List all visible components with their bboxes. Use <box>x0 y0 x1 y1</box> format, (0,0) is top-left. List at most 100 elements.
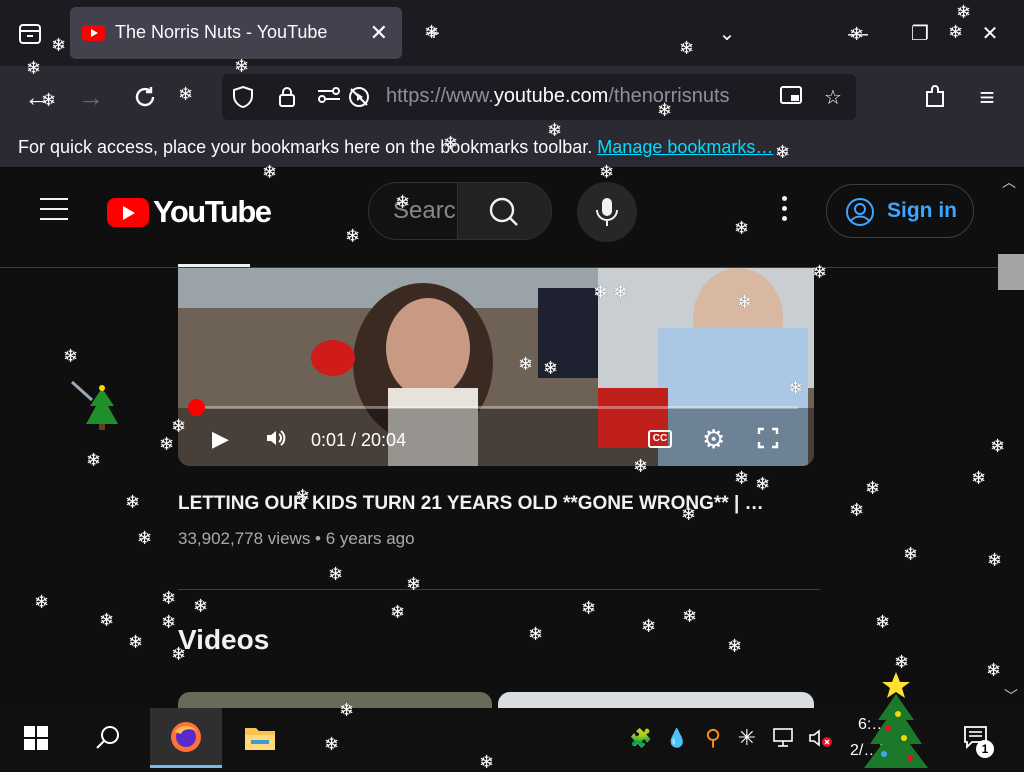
taskbar-file-explorer[interactable] <box>224 708 296 768</box>
firefox-icon <box>171 721 201 752</box>
section-divider <box>178 589 820 590</box>
snowflake-icon: ❄ <box>159 434 175 454</box>
sign-in-label: Sign in <box>887 199 957 222</box>
forward-button[interactable]: → <box>74 80 108 114</box>
snowflake-icon: ❄ <box>849 500 865 520</box>
christmas-tree-cursor-icon <box>70 380 118 430</box>
video-time: 0:01 / 20:04 <box>311 430 407 450</box>
taskbar-firefox[interactable] <box>150 708 222 768</box>
permissions-icon[interactable] <box>316 85 342 111</box>
youtube-play-icon <box>107 198 149 227</box>
snowflake-icon: ❄ <box>581 598 597 618</box>
fullscreen-icon[interactable] <box>756 426 780 455</box>
manage-bookmarks-link[interactable]: Manage bookmarks… <box>597 137 773 157</box>
snowflake-icon: ❄ <box>987 550 1003 570</box>
featured-video-player[interactable]: ▶ 0:01 / 20:04 CC ⚙ <box>178 268 814 466</box>
scroll-down-arrow-icon[interactable]: ﹀ <box>1004 686 1018 706</box>
youtube-logo[interactable]: YouTube <box>107 194 272 229</box>
upload-age: 6 years ago <box>325 529 415 548</box>
snowflake-icon: ❄ <box>406 574 422 594</box>
list-all-tabs-icon[interactable] <box>14 18 46 50</box>
voice-search-button[interactable] <box>577 182 637 242</box>
youtube-header: YouTube Sign in <box>0 168 1024 268</box>
network-icon[interactable] <box>768 708 802 768</box>
tab-title: The Norris Nuts - YouTube <box>115 22 328 42</box>
tray-asterisk-icon[interactable]: ✳ <box>732 708 762 768</box>
active-tab-indicator <box>178 264 250 267</box>
snowflake-icon: ❄ <box>682 606 698 626</box>
snowflake-icon: ❄ <box>734 468 750 488</box>
tray-drop-icon[interactable]: 💧 <box>662 708 692 768</box>
new-tab-button[interactable]: + <box>418 18 450 50</box>
chevron-down-icon[interactable]: ⌄ <box>711 18 743 50</box>
play-icon[interactable]: ▶ <box>212 426 229 452</box>
navigation-toolbar: ← → https://www.youtube.com/thenorrisnut… <box>0 66 1024 128</box>
tray-search-app-icon[interactable]: ⚲ <box>698 708 728 768</box>
url-text[interactable]: https://www.youtube.com/thenorrisnuts <box>386 85 730 108</box>
search-input[interactable] <box>393 197 457 225</box>
close-window-button[interactable]: ✕ <box>974 18 1006 50</box>
scroll-up-arrow-icon[interactable]: ︿ <box>1002 172 1016 192</box>
youtube-favicon-icon <box>82 25 105 41</box>
minimize-button[interactable]: — <box>842 18 874 50</box>
search-button[interactable] <box>457 183 551 239</box>
snowflake-icon: ❄ <box>755 474 771 494</box>
extensions-icon[interactable] <box>918 80 952 114</box>
snowflake-icon: ❄ <box>125 492 141 512</box>
search-icon <box>489 197 518 226</box>
snowflake-icon: ❄ <box>971 468 987 488</box>
taskbar-search-button[interactable] <box>72 708 144 768</box>
shield-icon[interactable] <box>230 85 256 111</box>
snowflake-icon: ❄ <box>86 450 102 470</box>
action-center-button[interactable]: 1 <box>952 708 1002 768</box>
snowflake-icon: ❄ <box>875 612 891 632</box>
tab-youtube[interactable]: The Norris Nuts - YouTube ✕ <box>70 7 402 59</box>
close-tab-icon[interactable]: ✕ <box>370 20 388 46</box>
bookmarks-hint: For quick access, place your bookmarks h… <box>18 137 593 157</box>
autoplay-blocked-icon[interactable] <box>346 85 372 111</box>
videos-section-title[interactable]: Videos <box>178 624 269 656</box>
snowflake-icon: ❄ <box>161 612 177 632</box>
windows-logo-icon <box>24 726 48 750</box>
notification-count-badge: 1 <box>976 740 994 758</box>
bookmarks-toolbar: For quick access, place your bookmarks h… <box>0 128 1024 168</box>
snowflake-icon: ❄ <box>727 636 743 656</box>
tab-strip: The Norris Nuts - YouTube ✕ + ⌄ — ❐ ✕ <box>0 0 1024 66</box>
app-menu-icon[interactable]: ≡ <box>970 80 1004 114</box>
snowflake-icon: ❄ <box>128 632 144 652</box>
lock-icon[interactable] <box>274 85 300 111</box>
settings-gear-icon[interactable]: ⚙ <box>702 424 725 455</box>
tray-app-icon[interactable]: 🧩 <box>624 708 658 768</box>
snowflake-icon: ❄ <box>193 596 209 616</box>
reload-button[interactable] <box>128 80 162 114</box>
snowflake-icon: ❄ <box>161 588 177 608</box>
snowflake-icon: ❄ <box>528 624 544 644</box>
snowflake-icon: ❄ <box>641 616 657 636</box>
video-title[interactable]: LETTING OUR KIDS TURN 21 YEARS OLD **GON… <box>178 493 798 515</box>
volume-icon[interactable] <box>264 426 288 455</box>
more-options-icon[interactable] <box>772 196 796 228</box>
picture-in-picture-icon[interactable] <box>778 85 804 111</box>
back-button[interactable]: ← <box>20 80 54 114</box>
sign-in-button[interactable]: Sign in <box>826 184 974 238</box>
scrubber-handle[interactable] <box>188 399 205 416</box>
snowflake-icon: ❄ <box>865 478 881 498</box>
snowflake-icon: ❄ <box>990 436 1006 456</box>
bookmark-star-icon[interactable]: ☆ <box>820 85 846 111</box>
view-count: 33,902,778 views <box>178 529 311 548</box>
captions-icon[interactable]: CC <box>648 430 672 448</box>
snowflake-icon: ❄ <box>390 602 406 622</box>
account-icon <box>846 198 874 226</box>
restore-button[interactable]: ❐ <box>904 18 936 50</box>
snowflake-icon: ❄ <box>328 564 344 584</box>
hamburger-menu-icon[interactable] <box>40 198 68 220</box>
snowflake-icon: ❄ <box>986 660 1002 680</box>
page-scrollbar-thumb[interactable] <box>998 254 1024 290</box>
progress-bar[interactable] <box>194 406 798 409</box>
video-meta: 33,902,778 views • 6 years ago <box>178 529 415 548</box>
snowflake-icon: ❄ <box>63 346 79 366</box>
microphone-icon <box>596 198 618 226</box>
volume-muted-icon[interactable] <box>806 708 836 768</box>
url-bar[interactable]: https://www.youtube.com/thenorrisnuts ☆ <box>222 74 856 120</box>
windows-start-button[interactable] <box>0 708 72 768</box>
